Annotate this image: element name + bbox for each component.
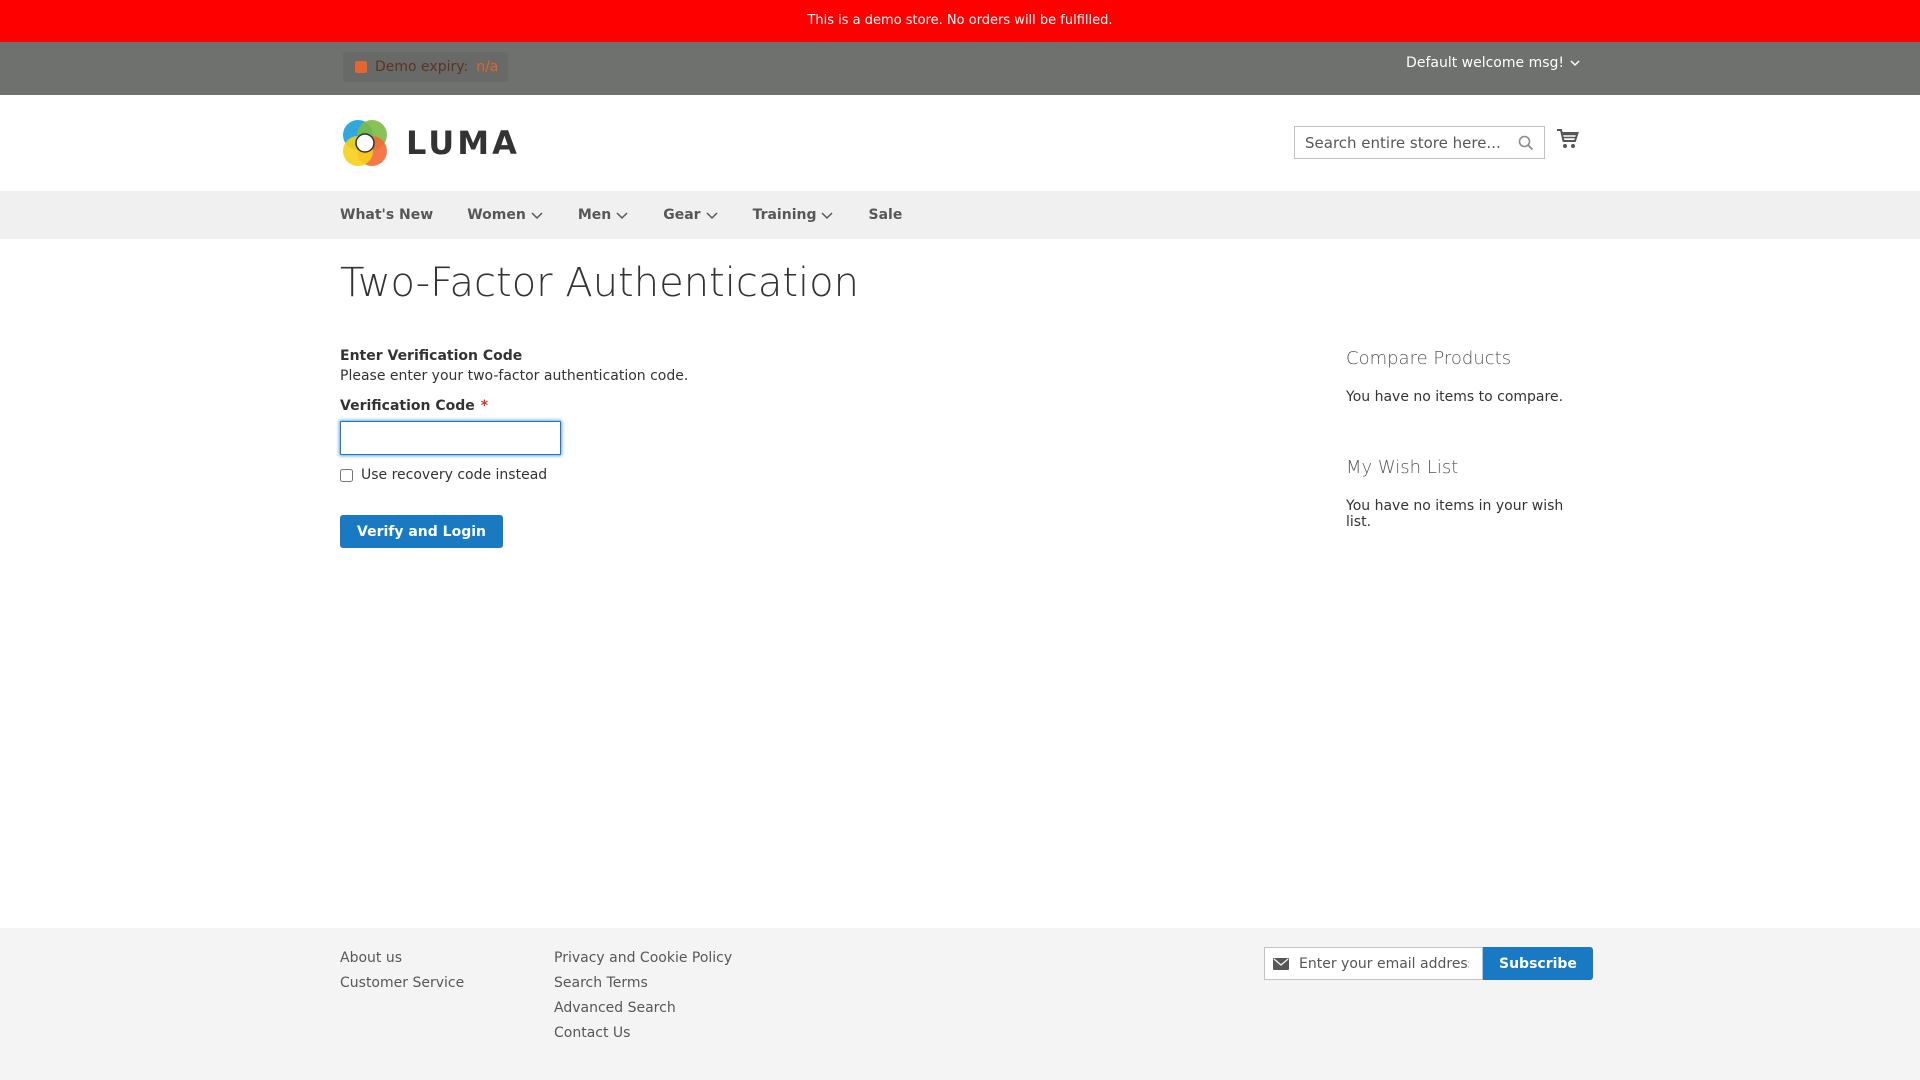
chevron-down-icon: [616, 212, 628, 220]
demo-expiry-value: n/a: [476, 59, 499, 75]
nav-training[interactable]: Training: [753, 207, 835, 223]
subscribe-button[interactable]: Subscribe: [1483, 947, 1593, 980]
demo-banner-text: This is a demo store. No orders will be …: [807, 13, 1113, 28]
footer-link-search-terms[interactable]: Search Terms: [554, 975, 732, 991]
chevron-down-icon: [1570, 60, 1580, 67]
nav-label: Training: [752, 207, 817, 223]
chevron-down-icon: [531, 212, 543, 220]
chevron-down-icon: [821, 212, 834, 220]
page-title: Two-Factor Authentication: [340, 260, 859, 306]
nav-label: Sale: [868, 207, 903, 223]
shopping-cart-icon[interactable]: [1556, 128, 1580, 150]
wishlist-block: My Wish List You have no items in your w…: [1346, 457, 1586, 530]
verification-code-label-text: Verification Code: [340, 398, 475, 414]
wishlist-title: My Wish List: [1346, 457, 1459, 478]
chevron-down-icon: [706, 212, 718, 220]
nav-label: Gear: [663, 207, 701, 223]
newsletter-form: Subscribe: [1264, 947, 1593, 980]
compare-products-title: Compare Products: [1346, 348, 1512, 369]
newsletter-email-input[interactable]: [1299, 955, 1469, 972]
main-navigation: What's New Women Men Gear Training Sale: [0, 191, 1920, 239]
expiry-square-icon: [355, 61, 367, 73]
demo-store-banner: This is a demo store. No orders will be …: [0, 0, 1920, 42]
welcome-menu[interactable]: Default welcome msg!: [1406, 42, 1580, 84]
luma-logo-icon: [343, 120, 387, 166]
nav-label: Women: [467, 207, 526, 223]
newsletter-field[interactable]: [1264, 947, 1483, 980]
sidebar: Compare Products You have no items to co…: [1346, 348, 1586, 530]
luma-logo[interactable]: LUMA: [340, 118, 520, 168]
form-section-title: Enter Verification Code: [340, 348, 523, 364]
footer-link-contact-us[interactable]: Contact Us: [554, 1025, 732, 1041]
welcome-message: Default welcome msg!: [1406, 55, 1564, 71]
top-panel: Demo expiry: n/a Default welcome msg!: [0, 42, 1920, 95]
wishlist-empty: You have no items in your wish list.: [1346, 498, 1564, 530]
footer-links-col1: About us Customer Service: [340, 950, 464, 991]
nav-sale[interactable]: Sale: [868, 207, 902, 223]
minicart[interactable]: [1556, 128, 1580, 154]
nav-women[interactable]: Women: [467, 207, 544, 223]
compare-products-empty: You have no items to compare.: [1346, 389, 1564, 405]
demo-expiry-badge: Demo expiry: n/a: [343, 52, 509, 82]
verification-code-label: Verification Code *: [340, 398, 940, 414]
demo-expiry-label: Demo expiry:: [375, 59, 469, 75]
nav-whats-new[interactable]: What's New: [340, 207, 433, 223]
footer-link-privacy[interactable]: Privacy and Cookie Policy: [554, 950, 732, 966]
search-icon[interactable]: [1518, 135, 1534, 151]
required-asterisk: *: [480, 398, 489, 414]
site-footer: About us Customer Service Privacy and Co…: [0, 928, 1920, 1080]
compare-products-block: Compare Products You have no items to co…: [1346, 348, 1586, 405]
recovery-code-checkbox[interactable]: [340, 468, 353, 482]
recovery-code-label: Use recovery code instead: [361, 467, 548, 483]
form-description: Please enter your two-factor authenticat…: [340, 368, 689, 384]
site-header: LUMA: [0, 95, 1920, 191]
footer-links-col2: Privacy and Cookie Policy Search Terms A…: [554, 950, 732, 1041]
nav-men[interactable]: Men: [578, 207, 629, 223]
verification-code-input[interactable]: [340, 421, 561, 455]
search-box[interactable]: [1294, 126, 1545, 159]
footer-link-customer-service[interactable]: Customer Service: [340, 975, 464, 991]
luma-logo-text: LUMA: [406, 124, 520, 162]
nav-label: What's New: [340, 207, 434, 223]
verify-and-login-button[interactable]: Verify and Login: [340, 515, 503, 548]
nav-label: Men: [577, 207, 612, 223]
recovery-code-option[interactable]: Use recovery code instead: [340, 467, 940, 483]
nav-gear[interactable]: Gear: [663, 207, 718, 223]
envelope-icon: [1273, 957, 1289, 970]
footer-link-about-us[interactable]: About us: [340, 950, 464, 966]
two-factor-form: Enter Verification Code Please enter you…: [340, 348, 940, 548]
search-input[interactable]: [1305, 133, 1518, 152]
footer-link-advanced-search[interactable]: Advanced Search: [554, 1000, 732, 1016]
